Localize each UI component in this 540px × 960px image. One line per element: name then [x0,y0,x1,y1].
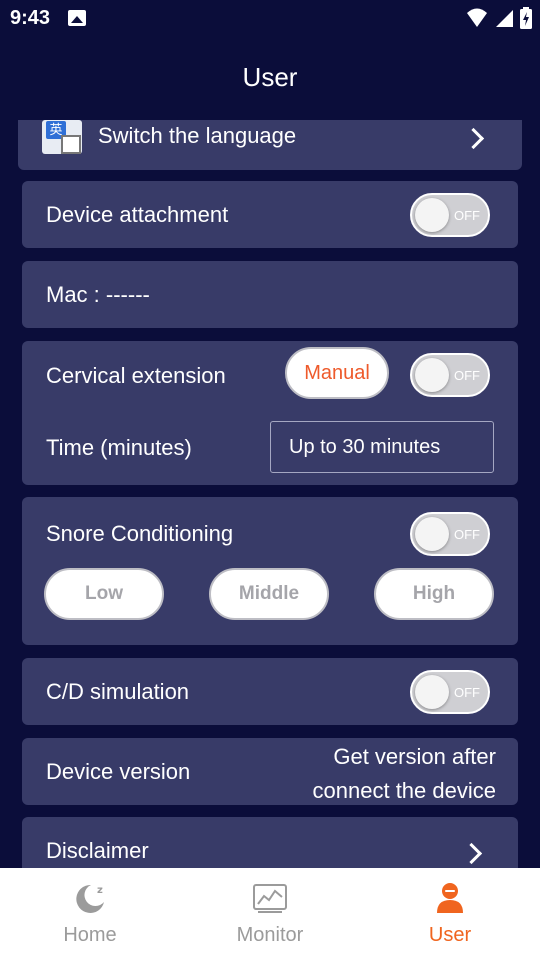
snore-conditioning-label: Snore Conditioning [46,521,234,546]
device-attachment-row: Device attachment OFF [22,181,518,248]
chevron-right-icon [462,127,485,150]
device-attachment-label: Device attachment [46,202,229,227]
level-high-button[interactable]: High [374,568,494,620]
toggle-knob [415,198,449,232]
snore-conditioning-toggle[interactable]: OFF [410,512,490,556]
device-version-value: Get version after connect the device [313,740,496,808]
language-icon-box [61,135,81,154]
device-attachment-toggle[interactable]: OFF [410,193,490,237]
status-bar: 9:43 [0,0,540,38]
mac-address-label: Mac : ------ [46,282,150,307]
chevron-right-icon [460,842,483,865]
device-version-line1: Get version after [333,744,496,769]
status-icons [466,7,532,29]
page-title: User [242,62,298,92]
switch-language-row[interactable]: 英 Switch the language [18,120,522,170]
toggle-knob [415,358,449,392]
snore-conditioning-card: Snore Conditioning OFF Low Middle High [22,497,518,645]
toggle-off-text: OFF [454,208,480,223]
toggle-off-text: OFF [454,527,480,542]
device-version-label: Device version [46,759,191,784]
toggle-knob [415,675,449,709]
cd-simulation-toggle[interactable]: OFF [410,670,490,714]
cd-simulation-row: C/D simulation OFF [22,658,518,725]
battery-icon [520,7,532,29]
nav-user[interactable]: User [360,868,540,960]
settings-list[interactable]: 英 Switch the language Device attachment … [0,120,540,868]
level-low-button[interactable]: Low [44,568,164,620]
cell-signal-icon [496,10,513,27]
time-minutes-select[interactable]: Up to 30 minutes [270,421,494,473]
cervical-extension-label: Cervical extension [46,363,226,388]
nav-monitor-label: Monitor [236,924,304,946]
cd-simulation-label: C/D simulation [46,679,190,704]
time-minutes-label: Time (minutes) [46,435,192,460]
bottom-navigation: z Home Monitor User [0,868,540,960]
switch-language-label: Switch the language [98,123,297,148]
cervical-extension-toggle[interactable]: OFF [410,353,490,397]
toggle-off-text: OFF [454,368,480,383]
device-version-line2: connect the device [312,778,496,803]
nav-monitor[interactable]: Monitor [180,868,360,960]
status-time: 9:43 [10,7,51,29]
nav-home-label: Home [63,924,117,946]
toggle-knob [415,517,449,551]
cervical-extension-card: Cervical extension Manual OFF Time (minu… [22,341,518,485]
nav-user-label: User [428,924,472,946]
svg-text:z: z [97,885,103,896]
manual-mode-button[interactable]: Manual [285,347,389,399]
level-middle-button[interactable]: Middle [209,568,329,620]
wifi-icon [467,8,487,27]
monitor-chart-icon [253,884,287,913]
mac-row: Mac : ------ [22,261,518,328]
user-icon [437,883,463,913]
language-icon: 英 [42,120,82,154]
device-version-row: Device version Get version after connect… [22,738,518,805]
toggle-off-text: OFF [454,685,480,700]
moon-sleep-icon: z [76,884,104,913]
disclaimer-label: Disclaimer [46,838,149,863]
image-notification-icon [68,10,86,26]
disclaimer-row[interactable]: Disclaimer [22,817,518,868]
nav-home[interactable]: z Home [0,868,180,960]
